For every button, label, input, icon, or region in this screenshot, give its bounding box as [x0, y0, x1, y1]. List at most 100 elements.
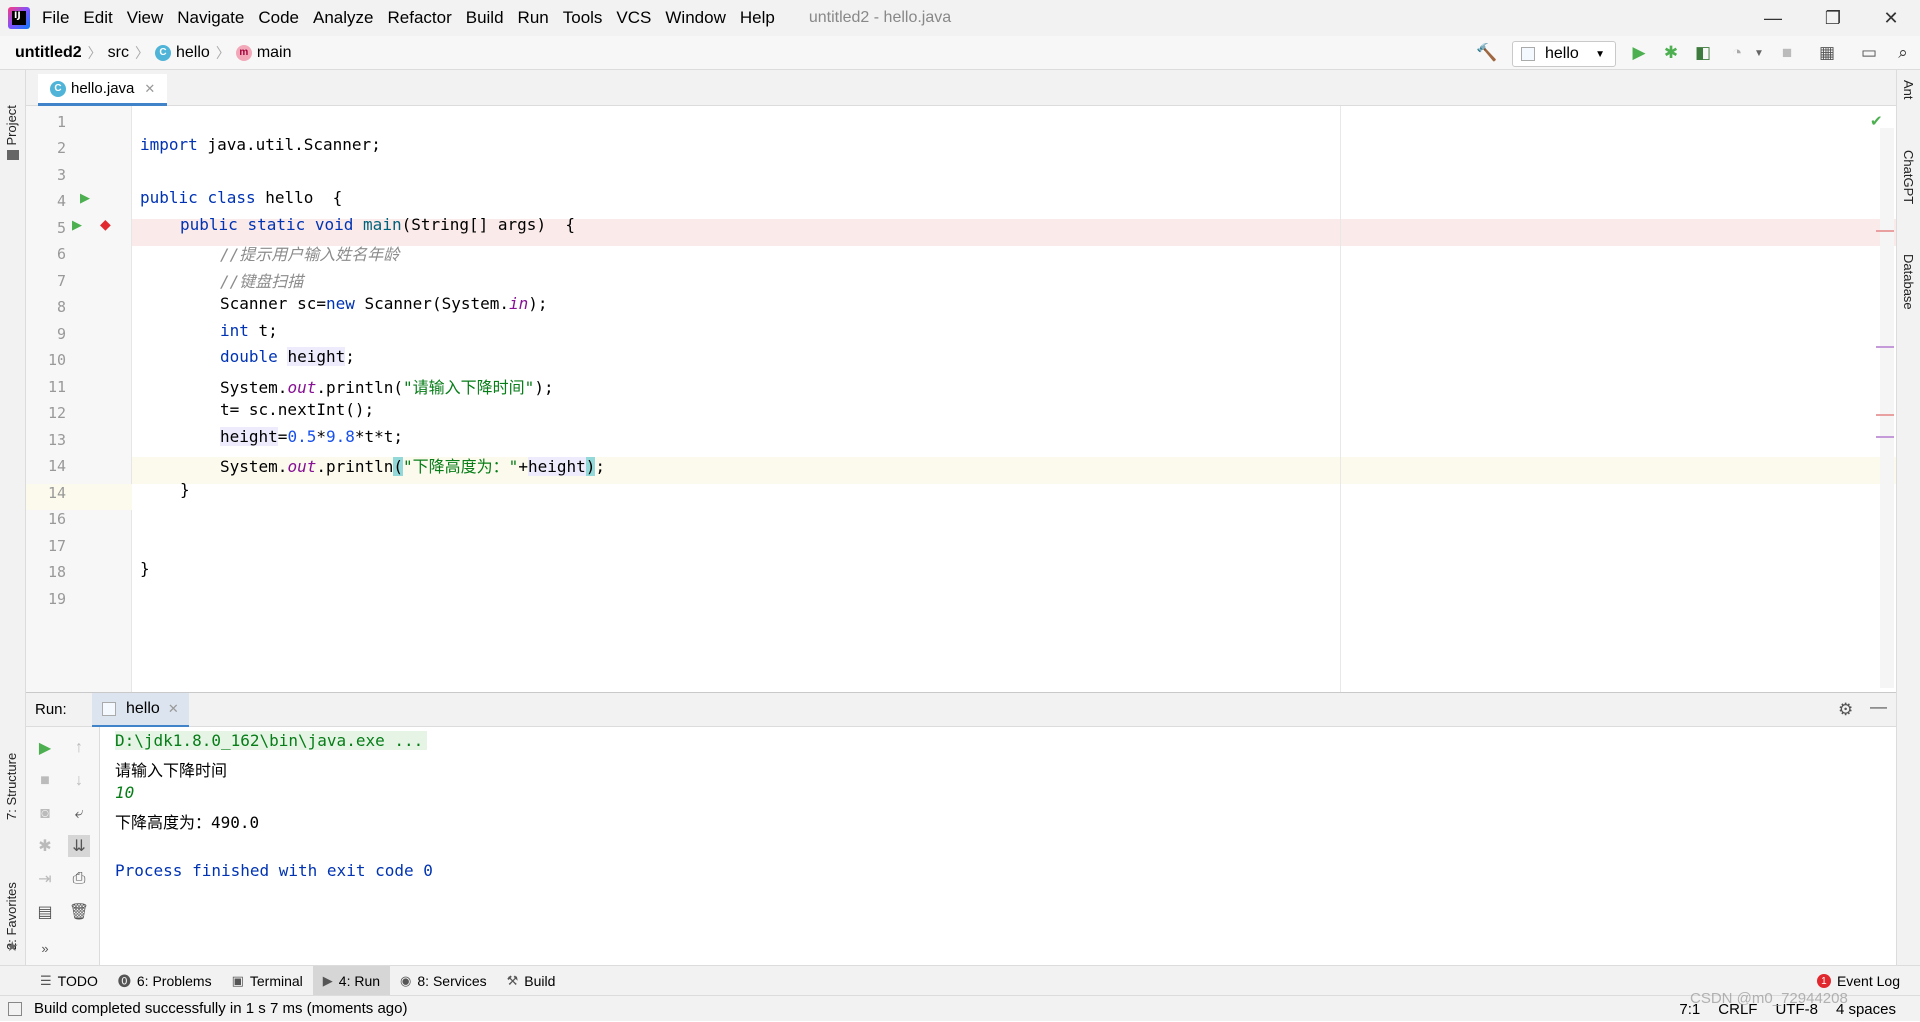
code-editor[interactable]: import java.util.Scanner; public class h… [132, 106, 1896, 692]
minimize-panel-icon[interactable]: — [1870, 697, 1887, 717]
console-output-line: 请输入下降时间 [115, 761, 228, 780]
chatgpt-tool-window[interactable]: ChatGPT [1901, 150, 1916, 204]
more-icon[interactable]: » [34, 937, 56, 959]
line-number: 9 [56, 325, 66, 343]
layout-icon[interactable]: ▤ [34, 901, 56, 923]
run-config-label: hello [1545, 45, 1579, 62]
stop-run-icon[interactable]: ■ [34, 770, 56, 792]
menu-analyze[interactable]: Analyze [313, 8, 373, 28]
code-line-6: //提示用户输入姓名年龄 [220, 245, 400, 264]
menu-navigate[interactable]: Navigate [177, 8, 244, 28]
chevron-right-icon: 〉 [87, 44, 102, 61]
close-window-icon[interactable]: ✕ [1868, 0, 1914, 36]
problems-tool-button[interactable]: ⓿ 6: Problems [108, 966, 222, 996]
favorites-tool-window[interactable]: 2: Favorites [4, 860, 19, 950]
close-tab-icon[interactable]: ✕ [144, 81, 155, 97]
trash-icon[interactable]: 🗑 [68, 901, 90, 923]
exit-icon[interactable]: ⇥ [34, 868, 56, 890]
window-layout-icon[interactable]: ▭ [1858, 42, 1880, 64]
line-number: 18 [47, 563, 66, 581]
menu-tools[interactable]: Tools [563, 8, 603, 28]
search-icon[interactable]: ⌕ [1892, 42, 1914, 64]
error-stripe-mark[interactable] [1876, 414, 1894, 416]
editor-tab-bar: C hello.java ✕ [26, 70, 1896, 106]
todo-tool-button[interactable]: ☰ TODO [30, 966, 108, 996]
minimize-icon[interactable]: — [1750, 0, 1796, 36]
breadcrumb-class[interactable]: hello [176, 44, 210, 62]
menu-run[interactable]: Run [518, 8, 549, 28]
usage-stripe-mark[interactable] [1876, 346, 1894, 348]
breadcrumb-method[interactable]: main [257, 44, 292, 62]
menu-file[interactable]: File [42, 8, 69, 28]
run-tab-hello[interactable]: hello ✕ [92, 693, 189, 728]
status-bar: Build completed successfully in 1 s 7 ms… [0, 995, 1920, 1021]
list-icon: ☰ [40, 972, 52, 988]
status-message: Build completed successfully in 1 s 7 ms… [34, 1000, 408, 1017]
line-number: 5 [56, 219, 66, 237]
run-tool-button[interactable]: ▶ 4: Run [312, 965, 391, 996]
tab-hello-java[interactable]: C hello.java ✕ [38, 74, 168, 106]
profile-icon[interactable]: ◔ [1726, 42, 1748, 64]
error-stripe-mark[interactable] [1876, 230, 1894, 232]
build-hammer-icon[interactable]: 🔨 [1476, 42, 1498, 64]
debug-disabled-icon[interactable]: ✱ [34, 835, 56, 857]
print-icon[interactable]: ⎙ [68, 868, 90, 890]
line-number: 6 [56, 245, 66, 263]
project-tool-window[interactable]: 1: Project [4, 80, 19, 160]
services-tool-button[interactable]: ◉ 8: Services [390, 966, 497, 996]
status-toggle-icon[interactable] [8, 1001, 22, 1016]
run-console[interactable]: D:\jdk1.8.0_162\bin\java.exe ... 请输入下降时间… [100, 727, 1896, 965]
database-tool-window[interactable]: Database [1901, 254, 1916, 310]
problems-icon: ⓿ [117, 974, 131, 989]
chevron-right-icon: 〉 [135, 44, 149, 61]
settings-gear-icon[interactable]: ⚙ [1838, 700, 1853, 720]
down-arrow-icon[interactable]: ↓ [68, 770, 90, 792]
menu-edit[interactable]: Edit [83, 8, 112, 28]
menu-view[interactable]: View [127, 8, 164, 28]
up-arrow-icon[interactable]: ↑ [68, 737, 90, 759]
menu-code[interactable]: Code [258, 8, 299, 28]
close-run-tab-icon[interactable]: ✕ [168, 701, 179, 717]
code-line-11: System.out.println("请输入下降时间"); [220, 378, 554, 397]
code-line-8: Scanner sc=new Scanner(System.in); [220, 294, 548, 313]
dropdown-arrow-icon: ▼ [1595, 48, 1605, 60]
menu-window[interactable]: Window [665, 8, 725, 28]
console-input-line: 10 [115, 783, 135, 802]
restore-icon[interactable]: ❐ [1810, 0, 1856, 36]
profile-dropdown-icon[interactable]: ▼ [1748, 42, 1770, 64]
line-number: 14 [47, 457, 66, 475]
coverage-icon[interactable]: ◧ [1692, 42, 1714, 64]
console-exit-line: Process finished with exit code 0 [115, 861, 433, 880]
terminal-tool-button[interactable]: ▣ Terminal [222, 966, 313, 996]
ant-tool-window[interactable]: Ant [1901, 80, 1916, 100]
usage-stripe-mark[interactable] [1876, 436, 1894, 438]
run-icon[interactable]: ▶ [1628, 42, 1650, 64]
editor-scrollbar[interactable] [1880, 128, 1894, 688]
scroll-to-end-icon[interactable]: ⇊ [68, 835, 90, 857]
code-line-14: System.out.println("下降高度为："+height); [220, 457, 606, 476]
hammer-icon: ⚒ [506, 972, 519, 988]
structure-tool-window[interactable]: 7: Structure [4, 730, 19, 820]
rerun-icon[interactable]: ▶ [34, 737, 56, 759]
left-tool-strip: 1: Project 7: Structure 2: Favorites ★ [0, 70, 26, 965]
menu-build[interactable]: Build [466, 8, 504, 28]
camera-icon[interactable]: ◙ [34, 803, 56, 825]
code-line-10: double height; [220, 347, 355, 366]
breadcrumb-src[interactable]: src [108, 44, 129, 62]
soft-wrap-icon[interactable]: ⤶ [68, 803, 90, 825]
run-main-gutter-icon[interactable]: ▶ [72, 217, 82, 233]
debug-icon[interactable]: ✱ [1660, 42, 1682, 64]
terminal-icon: ▣ [231, 972, 244, 988]
build-tool-button[interactable]: ⚒ Build [497, 966, 566, 996]
menu-vcs[interactable]: VCS [616, 8, 651, 28]
run-class-gutter-icon[interactable]: ▶ [80, 190, 90, 206]
code-line-18: } [140, 559, 150, 578]
stop-icon[interactable]: ■ [1776, 42, 1798, 64]
breadcrumb-project[interactable]: untitled2 [15, 44, 82, 62]
menu-help[interactable]: Help [740, 8, 775, 28]
run-configuration-select[interactable]: hello ▼ [1512, 41, 1616, 67]
tab-label: hello.java [71, 80, 135, 97]
project-structure-icon[interactable]: ▦ [1816, 42, 1838, 64]
breakpoint-icon[interactable]: ◆ [100, 216, 111, 233]
menu-refactor[interactable]: Refactor [387, 8, 451, 28]
